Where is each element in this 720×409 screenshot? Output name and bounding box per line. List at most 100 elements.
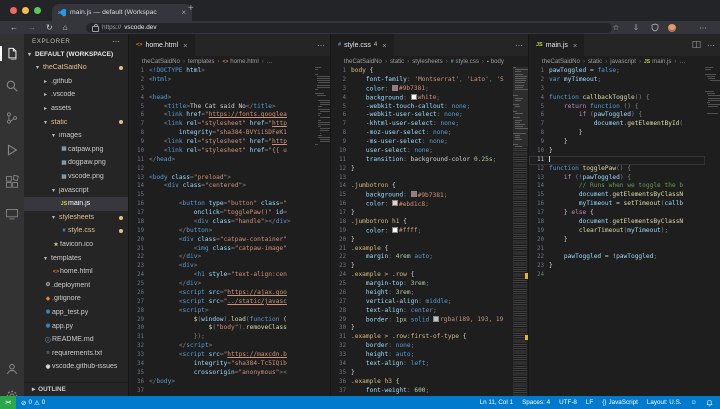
code-line[interactable]: 2var myTimeout; bbox=[529, 76, 705, 85]
code-editor[interactable]: 1<!DOCTYPE html>2<html>34<head>5 <title>… bbox=[129, 67, 331, 396]
remote-explorer-icon[interactable] bbox=[0, 206, 24, 221]
code-line[interactable]: 18 <div class="handle"></div> bbox=[129, 218, 315, 227]
breadcrumb-item[interactable]: <>home.html bbox=[222, 58, 258, 65]
code-line[interactable]: 16 color: #ebd1c8; bbox=[331, 200, 513, 209]
eol-sequence[interactable]: LF bbox=[586, 399, 593, 406]
code-line[interactable]: 9 } bbox=[529, 138, 705, 147]
language-mode[interactable]: {} JavaScript bbox=[602, 399, 638, 406]
code-line[interactable]: 20} bbox=[331, 236, 513, 245]
code-line[interactable]: 10 <link rel="stylesheet" href="{{ u bbox=[129, 147, 315, 156]
window-minimize-button[interactable] bbox=[22, 7, 29, 14]
code-line[interactable]: 3 color: #9b7381; bbox=[331, 85, 513, 94]
code-line[interactable]: 17 } else { bbox=[529, 209, 705, 218]
code-line[interactable]: 29 border: 1px solid rgba(189, 193, 19 bbox=[331, 316, 513, 325]
tab-close-icon[interactable]: × bbox=[573, 41, 577, 50]
code-line[interactable]: 21 bbox=[529, 245, 705, 254]
code-line[interactable]: 18 document.getElementsByClassN bbox=[529, 218, 705, 227]
tab-close-icon[interactable]: × bbox=[183, 41, 187, 50]
source-control-icon[interactable] bbox=[0, 110, 24, 125]
code-line[interactable]: 14 // Runs when we toggle the b bbox=[529, 182, 705, 191]
tree-item-.deployment[interactable]: ⚙.deployment bbox=[24, 279, 128, 293]
code-line[interactable]: 30 $("body").removeClass bbox=[129, 324, 315, 333]
code-line[interactable]: 37 font-weight: 600; bbox=[331, 387, 513, 396]
tree-item-vscode.png[interactable]: ▦vscode.png bbox=[24, 170, 128, 184]
breadcrumb-item[interactable]: static bbox=[588, 58, 602, 65]
code-line[interactable]: 21.example { bbox=[331, 245, 513, 254]
shield-icon[interactable] bbox=[648, 21, 662, 34]
tree-item-stylesheets[interactable]: ▾stylesheets bbox=[24, 211, 128, 225]
code-line[interactable]: 14 <div class="centered"> bbox=[129, 182, 315, 191]
code-line[interactable]: 17 onclick="togglePaw()" id= bbox=[129, 209, 315, 218]
code-line[interactable]: 37 bbox=[129, 387, 315, 396]
code-line[interactable]: 28 text-align: center; bbox=[331, 307, 513, 316]
back-button[interactable]: ← bbox=[10, 21, 18, 34]
code-line[interactable]: 34 text-align: left; bbox=[331, 360, 513, 369]
editor-tab-style-css[interactable]: # style.css 4 × bbox=[331, 34, 394, 56]
profile-avatar[interactable] bbox=[668, 24, 676, 32]
tree-item-favicon.ico[interactable]: ★favicon.ico bbox=[24, 238, 128, 252]
tree-item-requirements.txt[interactable]: ≡requirements.txt bbox=[24, 346, 128, 360]
code-line[interactable]: 10 user-select: none; bbox=[331, 147, 513, 156]
tree-item-style.css[interactable]: #style.css bbox=[24, 224, 128, 238]
code-line[interactable]: 23} bbox=[529, 262, 705, 271]
code-line[interactable]: 27 <script src="../static/javasc bbox=[129, 298, 315, 307]
code-line[interactable]: 27 vertical-align: middle; bbox=[331, 298, 513, 307]
code-line[interactable]: 22 pawToggled = !pawToggled; bbox=[529, 253, 705, 262]
tree-item-.vscode[interactable]: ▸.vscode bbox=[24, 88, 128, 102]
code-line[interactable]: 9 -ms-user-select: none; bbox=[331, 138, 513, 147]
code-line[interactable]: 3 bbox=[529, 85, 705, 94]
extensions-icon[interactable] bbox=[0, 174, 24, 189]
code-line[interactable]: 31 }); bbox=[129, 333, 315, 342]
code-line[interactable]: 8 -moz-user-select: none; bbox=[331, 129, 513, 138]
code-line[interactable]: 6 -webkit-user-select: none; bbox=[331, 111, 513, 120]
tree-item-app.py[interactable]: ◉app.py bbox=[24, 319, 128, 333]
browser-menu-icon[interactable]: ⋯ bbox=[696, 21, 710, 34]
new-tab-button[interactable]: + bbox=[188, 3, 194, 14]
tree-item-home.html[interactable]: <>home.html bbox=[24, 265, 128, 279]
code-line[interactable]: 19 </button> bbox=[129, 227, 315, 236]
code-line[interactable]: 3 bbox=[129, 85, 315, 94]
code-line[interactable]: 24 bbox=[529, 271, 705, 280]
home-button[interactable]: ⌂ bbox=[63, 21, 68, 34]
code-line[interactable]: 4<head> bbox=[129, 94, 315, 103]
tree-item-assets[interactable]: ▸assets bbox=[24, 102, 128, 116]
code-line[interactable]: 28 <script> bbox=[129, 307, 315, 316]
reload-button[interactable]: ↻ bbox=[46, 21, 53, 34]
encoding[interactable]: UTF-8 bbox=[559, 399, 577, 406]
tree-item-vscode.github-issues[interactable]: ◉vscode.github-issues bbox=[24, 360, 128, 374]
tree-item-images[interactable]: ▾images bbox=[24, 129, 128, 143]
breadcrumb-item[interactable]: javascript bbox=[610, 58, 636, 65]
code-line[interactable]: 34 integrity="sha384-Tc5IQib bbox=[129, 360, 315, 369]
editor-tab-main-js[interactable]: JS main.js × bbox=[529, 34, 584, 56]
explorer-icon[interactable] bbox=[0, 46, 24, 61]
editor-more-actions-icon[interactable]: ⋯ bbox=[707, 41, 715, 50]
breadcrumb-item[interactable]: #style.css bbox=[451, 58, 479, 65]
tree-item-catpaw.png[interactable]: ▦catpaw.png bbox=[24, 143, 128, 157]
code-line[interactable]: 35} bbox=[331, 369, 513, 378]
address-bar[interactable]: https://vscode.dev bbox=[86, 23, 612, 33]
code-line[interactable]: 32 </script> bbox=[129, 342, 315, 351]
minimap[interactable] bbox=[315, 67, 331, 396]
code-line[interactable]: 10} bbox=[529, 147, 705, 156]
code-line[interactable]: 5 <title>The Cat said No</title> bbox=[129, 103, 315, 112]
code-line[interactable]: 16 myTimeout = setTimeout(callb bbox=[529, 200, 705, 209]
tree-item-javascript[interactable]: ▾javascript bbox=[24, 183, 128, 197]
code-line[interactable]: 16 <button type="button" class=" bbox=[129, 200, 315, 209]
code-line[interactable]: 30} bbox=[331, 324, 513, 333]
code-line[interactable]: 20 <div class="catpaw-container" bbox=[129, 236, 315, 245]
code-line[interactable]: 4function callbackToggle() { bbox=[529, 94, 705, 103]
problems-status[interactable]: ⊘ 0 ⚠ 0 bbox=[21, 399, 45, 407]
code-line[interactable]: 6 <link href="https://fonts.googlea bbox=[129, 111, 315, 120]
code-line[interactable]: 24 <h1 style="text-align:cen bbox=[129, 271, 315, 280]
code-line[interactable]: 29 $(window).load(function ( bbox=[129, 316, 315, 325]
editor-tab-home-html[interactable]: <> home.html × bbox=[129, 34, 195, 56]
outline-section-header[interactable]: ▸ OUTLINE bbox=[24, 382, 136, 396]
breadcrumb-item[interactable]: theCatSaidNo bbox=[542, 58, 580, 65]
breadcrumb-item[interactable]: … bbox=[680, 58, 686, 65]
tab-close-icon[interactable]: × bbox=[181, 8, 186, 17]
code-line[interactable]: 35 crossorigin="anonymous">< bbox=[129, 369, 315, 378]
editor-more-actions-icon[interactable]: ⋯ bbox=[317, 41, 325, 50]
code-line[interactable]: 1body { bbox=[331, 67, 513, 76]
code-line[interactable]: 15 background: #9b7381; bbox=[331, 191, 513, 200]
workspace-section-header[interactable]: ▾ DEFAULT (WORKSPACE) bbox=[24, 48, 128, 61]
